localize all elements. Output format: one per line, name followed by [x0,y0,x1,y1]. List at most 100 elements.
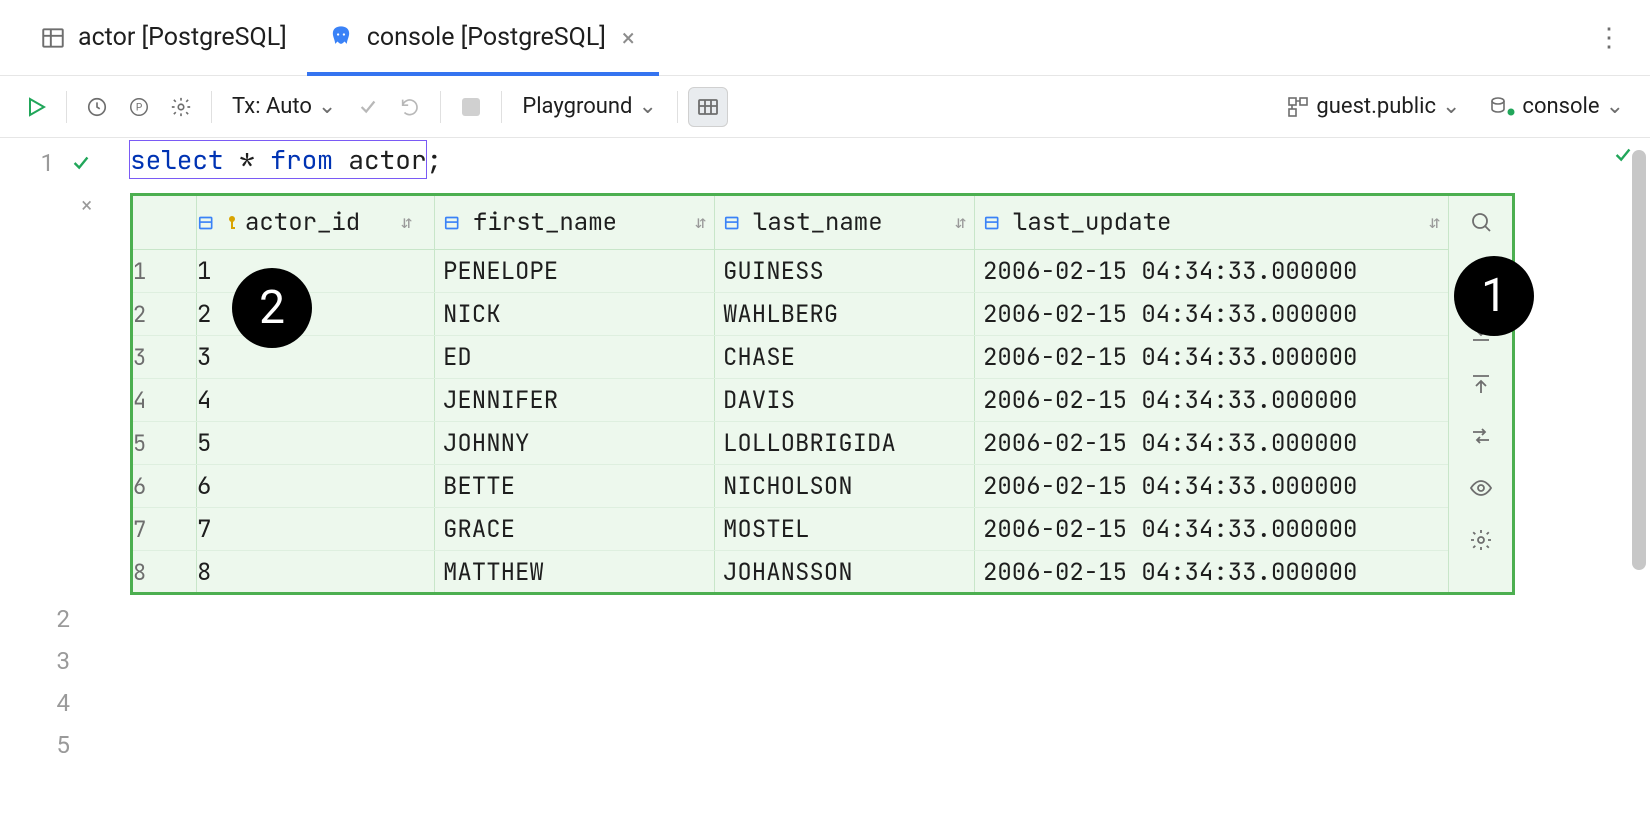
gear-icon[interactable] [1469,528,1493,552]
sort-icon[interactable]: ⇵ [1429,211,1448,234]
cell-last-update[interactable]: 2006-02-15 04:34:33.000000 [975,514,1448,545]
inspections-widget[interactable] [1612,144,1634,166]
sort-icon[interactable]: ⇵ [401,211,420,234]
extra-line-numbers: 2 3 4 5 [0,598,116,766]
history-button[interactable] [77,87,117,127]
cell-actor-id[interactable]: 7 [197,508,435,550]
cell-last-name[interactable]: WAHLBERG [715,293,975,335]
result-table[interactable]: actor_id ⇵ first_name ⇵ last_name ⇵ [133,196,1448,592]
cell-actor-id[interactable]: 6 [197,465,435,507]
tx-label: Tx: Auto [232,94,312,119]
tx-mode-dropdown[interactable]: Tx: Auto ⌄ [222,87,346,127]
datasource-icon [1490,96,1516,118]
column-icon [983,212,1005,234]
stop-button[interactable] [451,87,491,127]
schema-icon [1286,95,1310,119]
cell-last-update[interactable]: 2006-02-15 04:34:33.000000 [975,299,1448,330]
sort-icon[interactable]: ⇵ [955,211,974,234]
cell-last-update[interactable]: 2006-02-15 04:34:33.000000 [975,256,1448,287]
search-icon[interactable] [1469,210,1493,234]
cell-first-name[interactable]: JENNIFER [435,379,715,421]
close-icon[interactable]: × [618,24,639,52]
cell-last-name[interactable]: MOSTEL [715,508,975,550]
tab-overflow-menu[interactable]: ⋮ [1588,15,1630,61]
svg-text:P: P [136,102,142,113]
close-result-icon[interactable]: × [81,193,92,217]
chevron-down-icon: ⌄ [1442,94,1460,119]
row-number: 5 [133,422,197,464]
cell-last-name[interactable]: GUINESS [715,250,975,292]
explain-plan-button[interactable]: P [119,87,159,127]
table-row[interactable]: 44JENNIFERDAVIS2006-02-15 04:34:33.00000… [133,379,1448,422]
run-button[interactable] [16,87,56,127]
column-header-first-name[interactable]: first_name ⇵ [435,196,715,249]
cell-actor-id[interactable]: 3 [197,336,435,378]
sort-icon[interactable]: ⇵ [695,211,714,234]
separator [440,91,441,123]
table-row[interactable]: 77GRACEMOSTEL2006-02-15 04:34:33.000000 [133,508,1448,551]
table-row[interactable]: 22NICKWAHLBERG2006-02-15 04:34:33.000000 [133,293,1448,336]
row-number: 1 [133,250,197,292]
separator [66,91,67,123]
column-header-last-name[interactable]: last_name ⇵ [715,196,975,249]
commit-button[interactable] [348,87,388,127]
column-header-last-update[interactable]: last_update ⇵ [975,207,1448,238]
chevron-down-icon: ⌄ [1606,94,1624,119]
rownum-header [133,196,197,249]
table-row[interactable]: 33EDCHASE2006-02-15 04:34:33.000000 [133,336,1448,379]
sql-code[interactable]: select * from actor; [130,141,442,178]
column-header-actor-id[interactable]: actor_id ⇵ [197,196,435,249]
playground-label: Playground [522,94,632,119]
key-icon [227,215,237,231]
column-icon [723,212,745,234]
cell-last-update[interactable]: 2006-02-15 04:34:33.000000 [975,385,1448,416]
tab-console[interactable]: console [PostgreSQL] × [307,0,659,75]
tab-label: console [PostgreSQL] [367,23,606,52]
toolbar-right: guest.public ⌄ console ⌄ [1276,87,1634,127]
cell-last-name[interactable]: NICHOLSON [715,465,975,507]
row-number: 2 [133,293,197,335]
row-number: 3 [133,336,197,378]
cell-first-name[interactable]: GRACE [435,508,715,550]
row-number: 4 [133,379,197,421]
postgres-icon [327,24,355,52]
chevron-down-icon: ⌄ [318,94,336,119]
cell-actor-id[interactable]: 5 [197,422,435,464]
settings-button[interactable] [161,87,201,127]
table-row[interactable]: 11PENELOPEGUINESS2006-02-15 04:34:33.000… [133,250,1448,293]
cell-first-name[interactable]: ED [435,336,715,378]
cell-last-update[interactable]: 2006-02-15 04:34:33.000000 [975,342,1448,373]
in-editor-results-toggle[interactable] [688,87,728,127]
upload-icon[interactable] [1469,372,1493,396]
table-icon [40,25,66,51]
scrollbar[interactable] [1632,150,1646,570]
cell-first-name[interactable]: PENELOPE [435,250,715,292]
cell-last-name[interactable]: DAVIS [715,379,975,421]
cell-actor-id[interactable]: 1 [197,250,435,292]
cell-last-update[interactable]: 2006-02-15 04:34:33.000000 [975,471,1448,502]
tab-actor[interactable]: actor [PostgreSQL] [20,0,307,75]
cell-actor-id[interactable]: 4 [197,379,435,421]
cell-last-name[interactable]: JOHANSSON [715,551,975,592]
cell-first-name[interactable]: JOHNNY [435,422,715,464]
cell-last-update[interactable]: 2006-02-15 04:34:33.000000 [975,557,1448,588]
cell-first-name[interactable]: BETTE [435,465,715,507]
separator [501,91,502,123]
session-selector[interactable]: console ⌄ [1480,87,1634,127]
table-row[interactable]: 88MATTHEWJOHANSSON2006-02-15 04:34:33.00… [133,551,1448,592]
schema-selector[interactable]: guest.public ⌄ [1276,87,1470,127]
playground-dropdown[interactable]: Playground ⌄ [512,87,667,127]
table-row[interactable]: 55JOHNNYLOLLOBRIGIDA2006-02-15 04:34:33.… [133,422,1448,465]
cell-last-name[interactable]: LOLLOBRIGIDA [715,422,975,464]
separator [211,91,212,123]
compare-icon[interactable] [1469,424,1493,448]
eye-icon[interactable] [1468,476,1494,500]
cell-first-name[interactable]: NICK [435,293,715,335]
cell-actor-id[interactable]: 8 [197,551,435,592]
cell-last-update[interactable]: 2006-02-15 04:34:33.000000 [975,428,1448,459]
cell-first-name[interactable]: MATTHEW [435,551,715,592]
chevron-down-icon: ⌄ [638,94,656,119]
cell-last-name[interactable]: CHASE [715,336,975,378]
rollback-button[interactable] [390,87,430,127]
table-row[interactable]: 66BETTENICHOLSON2006-02-15 04:34:33.0000… [133,465,1448,508]
